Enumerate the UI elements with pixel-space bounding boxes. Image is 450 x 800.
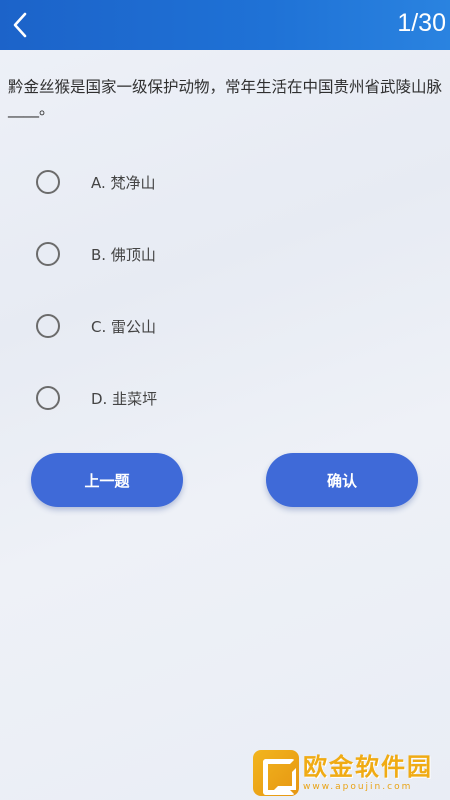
option-label: D. 韭菜坪 (91, 389, 158, 408)
radio-button[interactable] (36, 386, 60, 410)
option-a[interactable]: A. 梵净山 (36, 167, 336, 197)
radio-button[interactable] (36, 314, 60, 338)
previous-question-button[interactable]: 上一题 (31, 453, 183, 507)
radio-button[interactable] (36, 170, 60, 194)
question-progress: 1/30 (397, 9, 446, 37)
watermark-title: 欧金软件园 (303, 753, 433, 781)
option-c[interactable]: C. 雷公山 (36, 311, 336, 341)
watermark-logo-icon (253, 750, 299, 796)
confirm-button[interactable]: 确认 (266, 453, 418, 507)
question-text: 黔金丝猴是国家一级保护动物，常年生活在中国贵州省武陵山脉____。 (8, 78, 443, 118)
back-button[interactable] (0, 0, 40, 50)
top-bar: 1/30 (0, 0, 450, 50)
option-label: C. 雷公山 (91, 317, 157, 336)
radio-button[interactable] (36, 242, 60, 266)
option-label: B. 佛顶山 (91, 245, 156, 264)
chevron-left-icon (13, 12, 27, 38)
watermark-url: www.apoujin.com (303, 782, 413, 792)
watermark: 欧金软件园 www.apoujin.com (253, 748, 448, 798)
option-d[interactable]: D. 韭菜坪 (36, 383, 336, 413)
option-label: A. 梵净山 (91, 173, 156, 192)
option-b[interactable]: B. 佛顶山 (36, 239, 336, 269)
